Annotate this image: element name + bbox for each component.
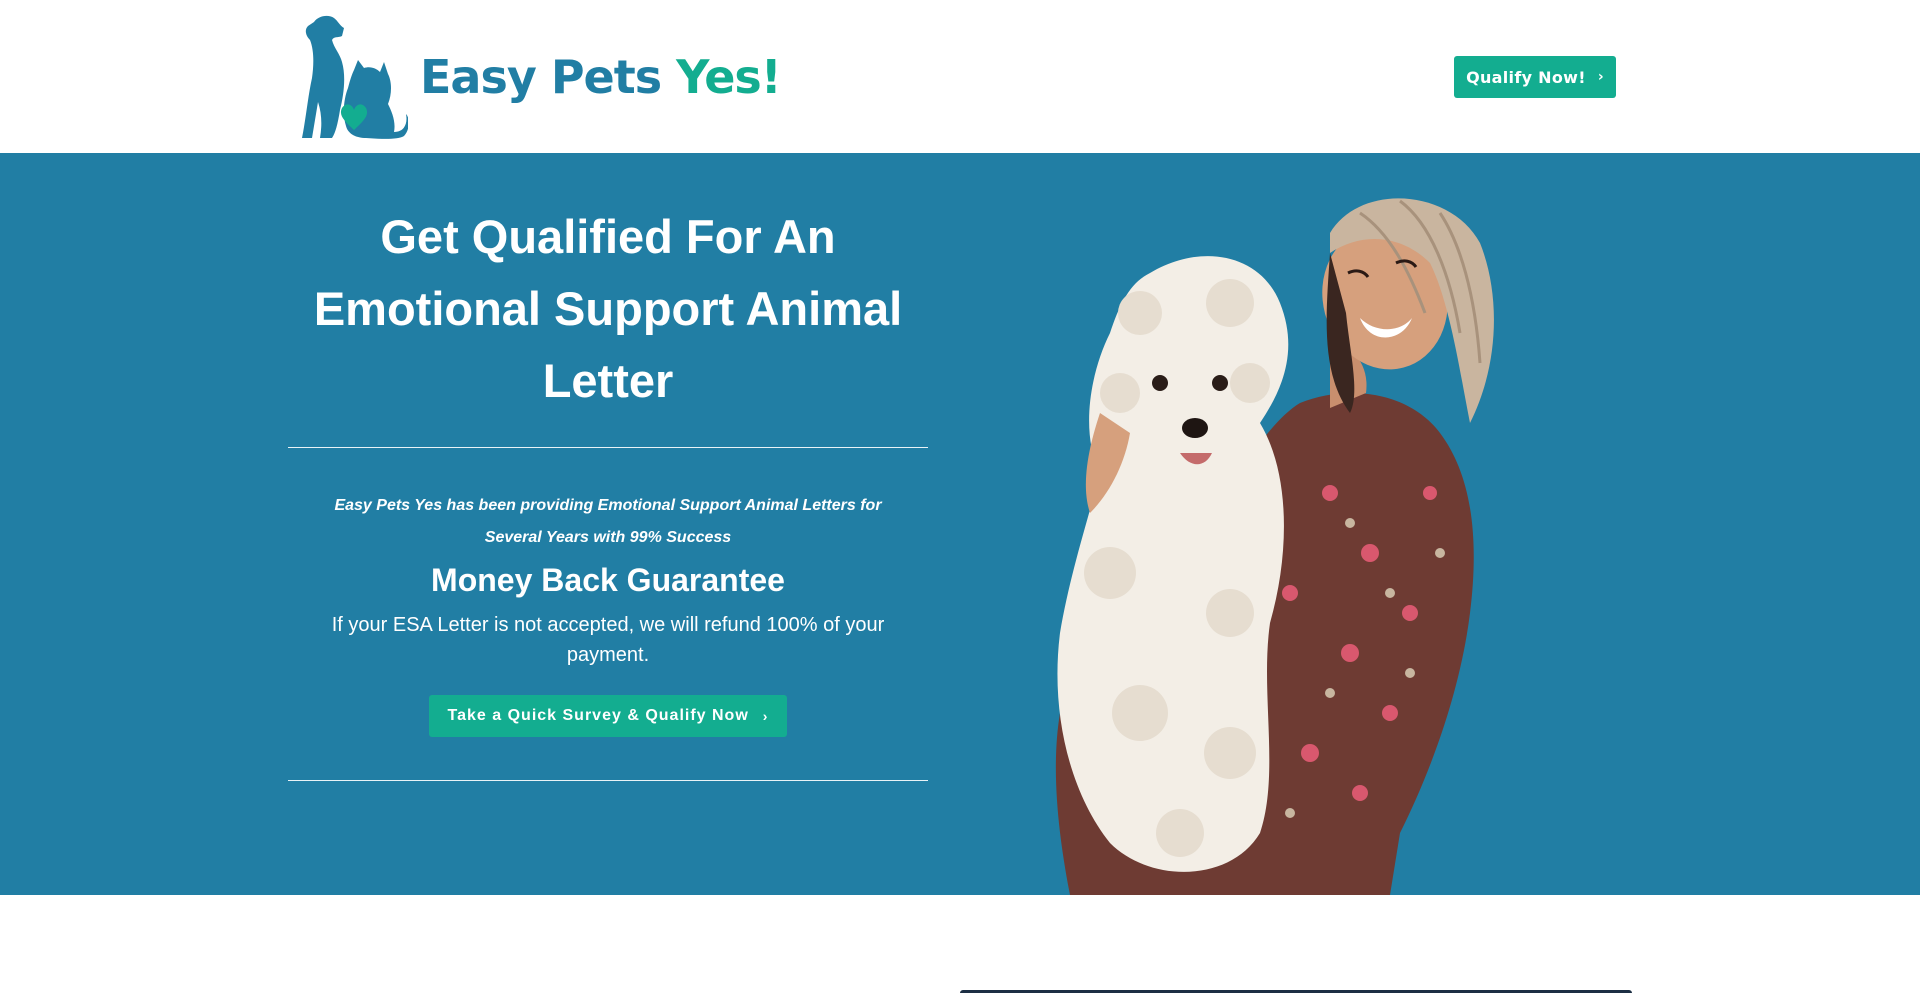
money-back-guarantee-heading: Money Back Guarantee	[431, 562, 785, 598]
hero-divider-bottom	[288, 780, 928, 781]
logo-word-easy-pets: Easy Pets	[420, 49, 662, 104]
chevron-right-icon: ›	[762, 708, 769, 724]
site-logo[interactable]: Easy Pets Yes!	[300, 14, 782, 139]
take-survey-button[interactable]: Take a Quick Survey & Qualify Now ›	[429, 695, 787, 737]
qualify-now-label: Qualify Now!	[1466, 67, 1586, 87]
refund-text: If your ESA Letter is not accepted, we w…	[331, 614, 885, 666]
survey-button-wrap: Take a Quick Survey & Qualify Now ›	[288, 695, 928, 737]
chevron-right-icon: ›	[1597, 69, 1604, 85]
hero-section: Get Qualified For An Emotional Support A…	[0, 153, 1920, 895]
hero-subtitle: Easy Pets Yes has been providing Emotion…	[334, 497, 882, 546]
hero-title: Get Qualified For An Emotional Support A…	[313, 210, 903, 407]
qualify-now-button[interactable]: Qualify Now! ›	[1454, 56, 1616, 98]
hero-divider-top	[288, 447, 928, 448]
woman-with-poodle-photo	[1055, 198, 1494, 895]
site-header: Easy Pets Yes! Qualify Now! ›	[0, 0, 1920, 153]
logo-wordmark: Easy Pets Yes!	[420, 49, 782, 104]
hero-content: Get Qualified For An Emotional Support A…	[288, 153, 928, 781]
logo-word-yes: Yes!	[676, 49, 782, 104]
take-survey-label: Take a Quick Survey & Qualify Now	[447, 707, 749, 724]
dog-cat-heart-logo-icon	[302, 15, 408, 139]
